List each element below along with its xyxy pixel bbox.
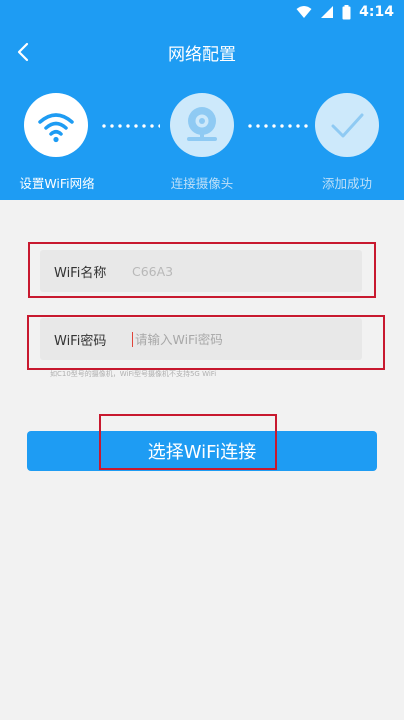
camera-icon xyxy=(187,107,217,141)
status-bar: 4:14 xyxy=(0,0,404,26)
step-label-success: 添加成功 xyxy=(321,176,372,191)
checkmark-icon xyxy=(331,113,364,138)
highlight-box-wifi-name xyxy=(28,242,376,298)
hint-text: 如C10型号的摄像机，WiFi型号摄像机不支持5G WiFi xyxy=(50,370,217,378)
highlight-box-wifi-password xyxy=(27,315,385,370)
wifi-icon xyxy=(296,6,312,18)
status-icons: 4:14 xyxy=(296,4,394,20)
header: 网络配置 设置WiFi网络 连接摄像头 添加成功 xyxy=(0,26,404,200)
page-title: 网络配置 xyxy=(168,45,236,65)
step-success xyxy=(315,93,379,157)
step-connector-1 xyxy=(100,124,160,128)
status-time: 4:14 xyxy=(359,4,394,20)
battery-icon xyxy=(342,4,351,19)
step-label-wifi: 设置WiFi网络 xyxy=(19,176,95,191)
cellular-signal-icon xyxy=(321,6,334,18)
wifi-icon xyxy=(38,113,74,143)
highlight-box-button xyxy=(99,414,277,470)
step-camera xyxy=(170,93,234,157)
step-label-camera: 连接摄像头 xyxy=(170,176,234,191)
step-connector-2 xyxy=(246,124,308,128)
step-wifi xyxy=(24,93,88,157)
